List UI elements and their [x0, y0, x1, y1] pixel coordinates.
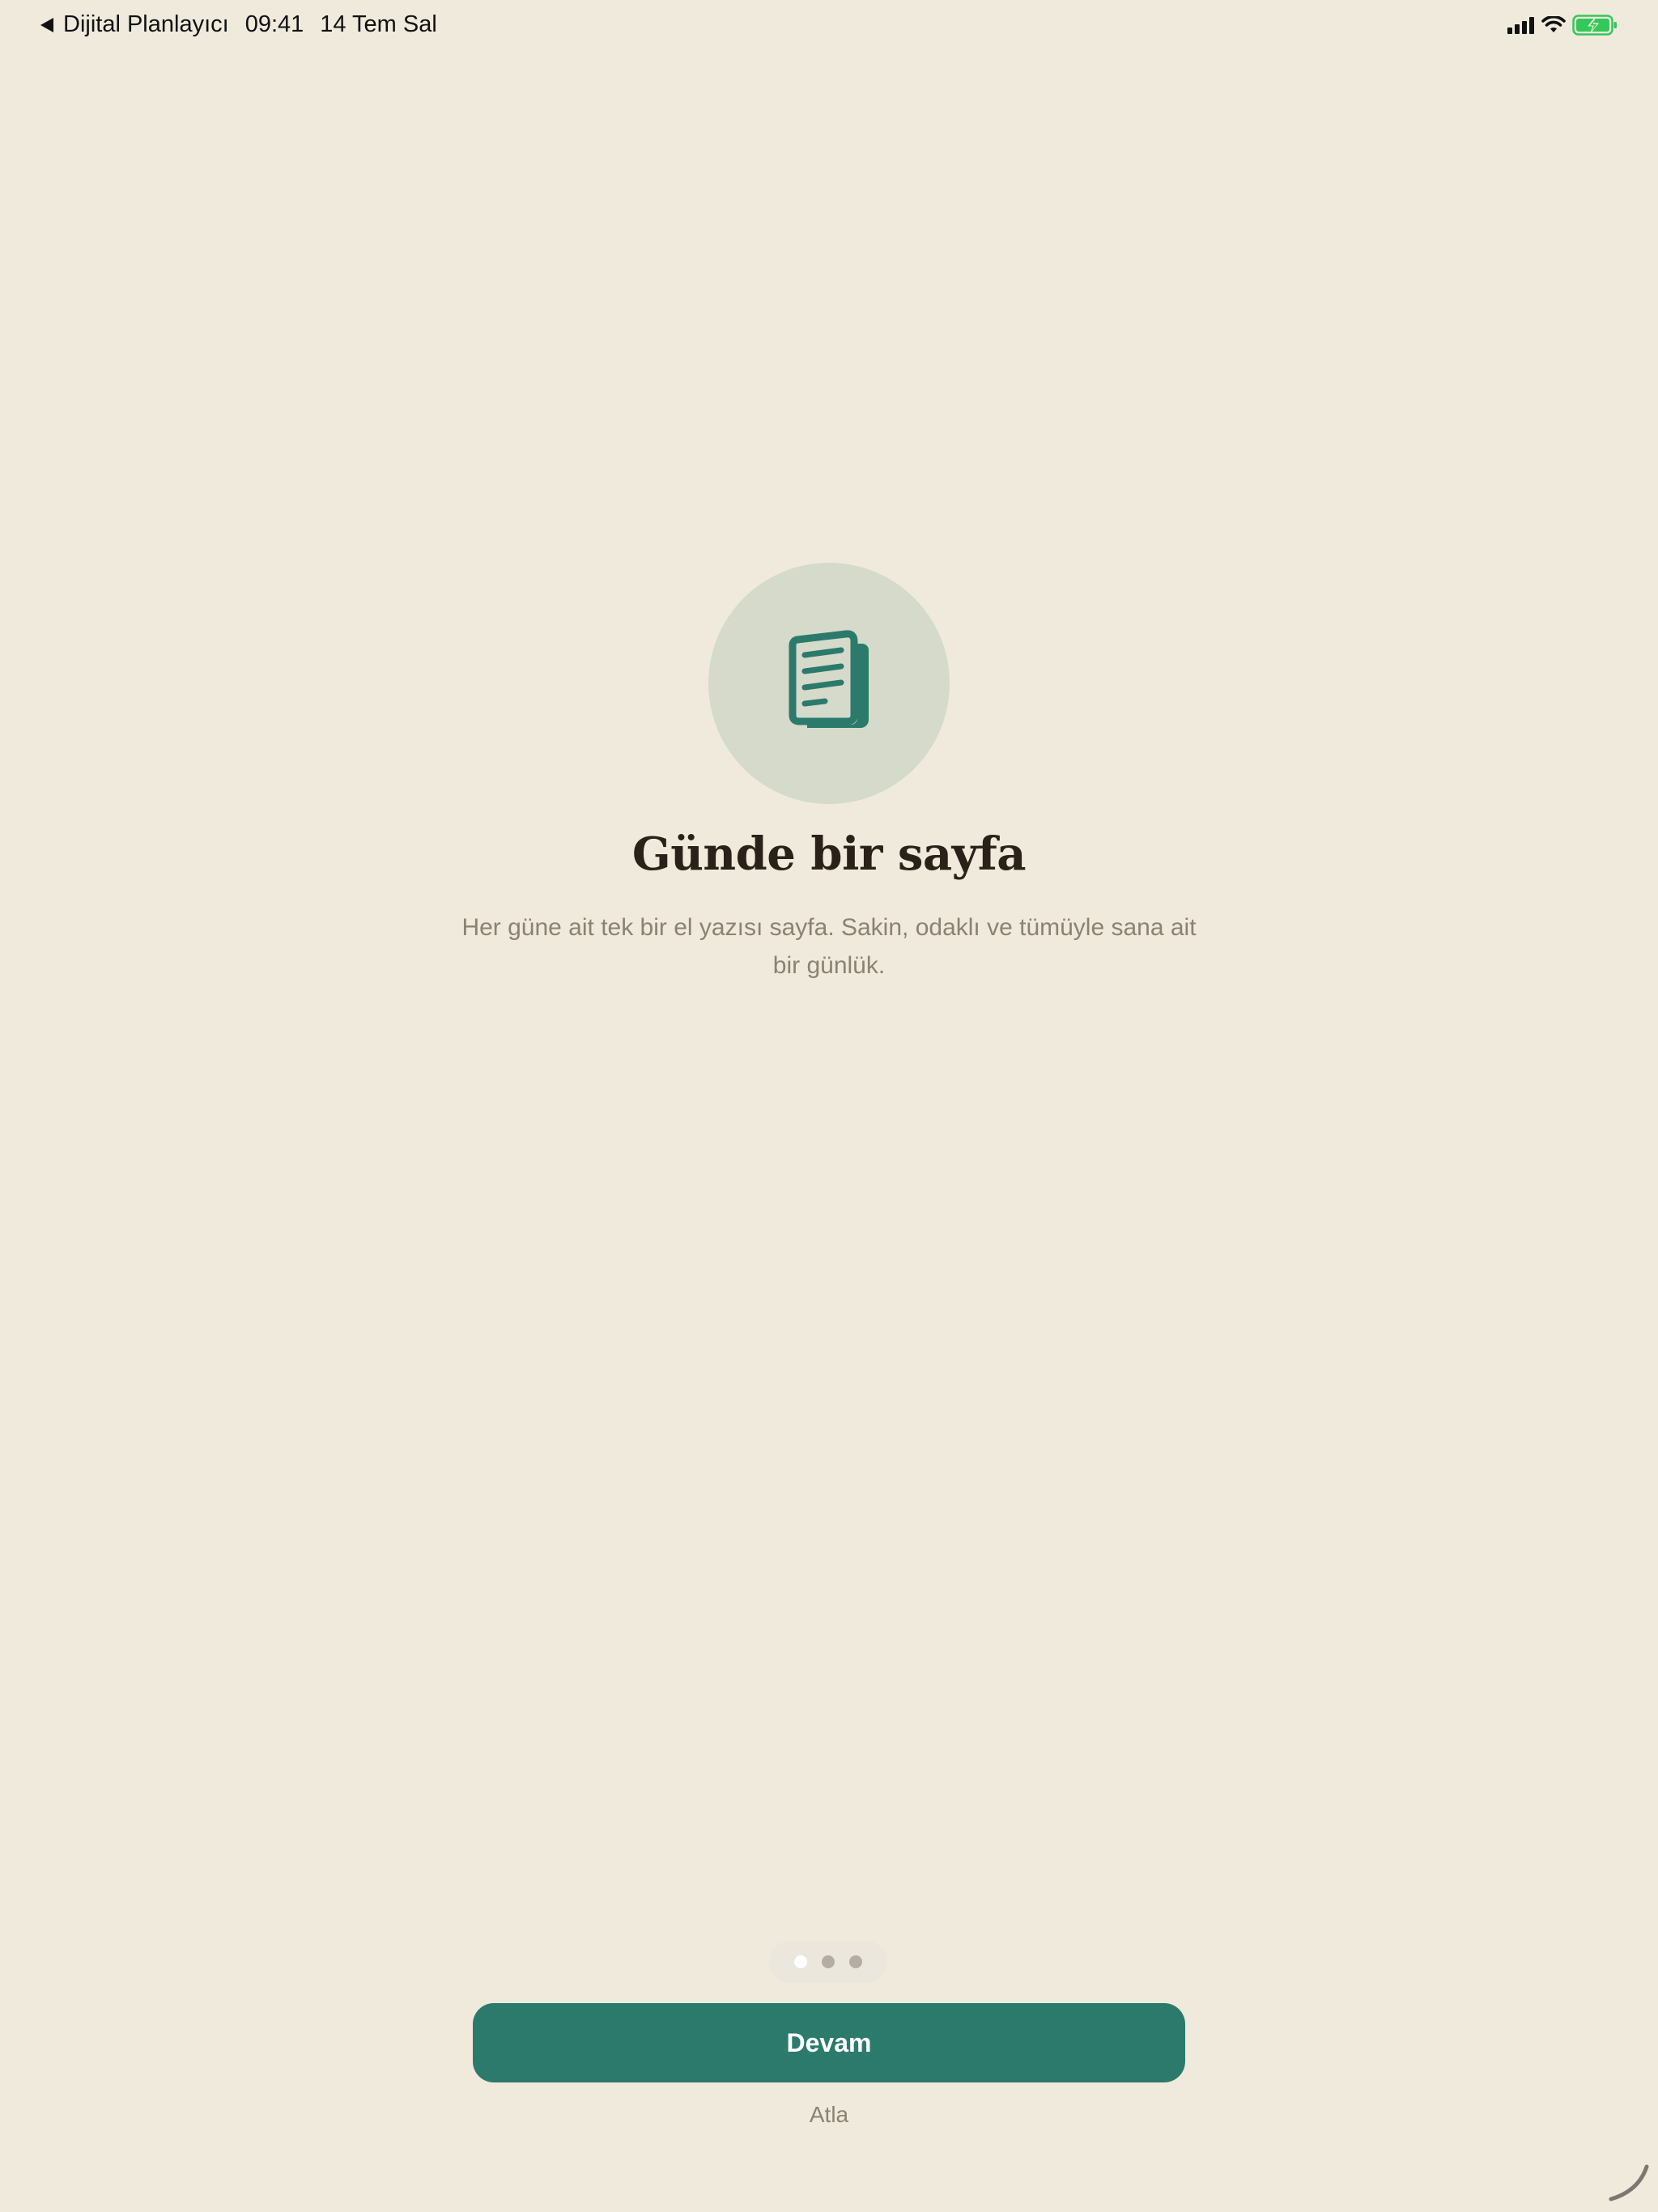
document-pages-icon [789, 630, 869, 728]
battery-charging-icon [1572, 15, 1617, 36]
page-dot-3[interactable] [849, 1955, 862, 1968]
page-dot-2[interactable] [822, 1955, 835, 1968]
status-date: 14 Tem Sal [320, 11, 437, 37]
page-dot-1[interactable] [794, 1955, 807, 1968]
page-indicator[interactable] [769, 1941, 887, 1983]
wifi-icon [1541, 16, 1566, 32]
cellular-signal-icon [1507, 16, 1537, 34]
back-to-app-link[interactable]: Dijital Planlayıcı [63, 11, 229, 38]
skip-link[interactable]: Atla [0, 2102, 1658, 2128]
hero-icon-circle [708, 563, 950, 804]
page-title: Günde bir sayfa [631, 827, 1027, 881]
status-left: Dijital Planlayıcı 09:41 14 Tem Sal [40, 11, 437, 38]
status-time: 09:41 [244, 11, 304, 37]
status-right [1507, 15, 1618, 36]
page-subtitle: Her güne ait tek bir el yazısı sayfa. Sa… [461, 914, 1197, 979]
continue-button[interactable]: Devam [473, 2003, 1185, 2082]
back-arrow-icon[interactable] [40, 17, 53, 32]
corner-handle-icon [1609, 2164, 1649, 2201]
status-bar: Dijital Planlayıcı 09:41 14 Tem Sal [0, 0, 1658, 52]
